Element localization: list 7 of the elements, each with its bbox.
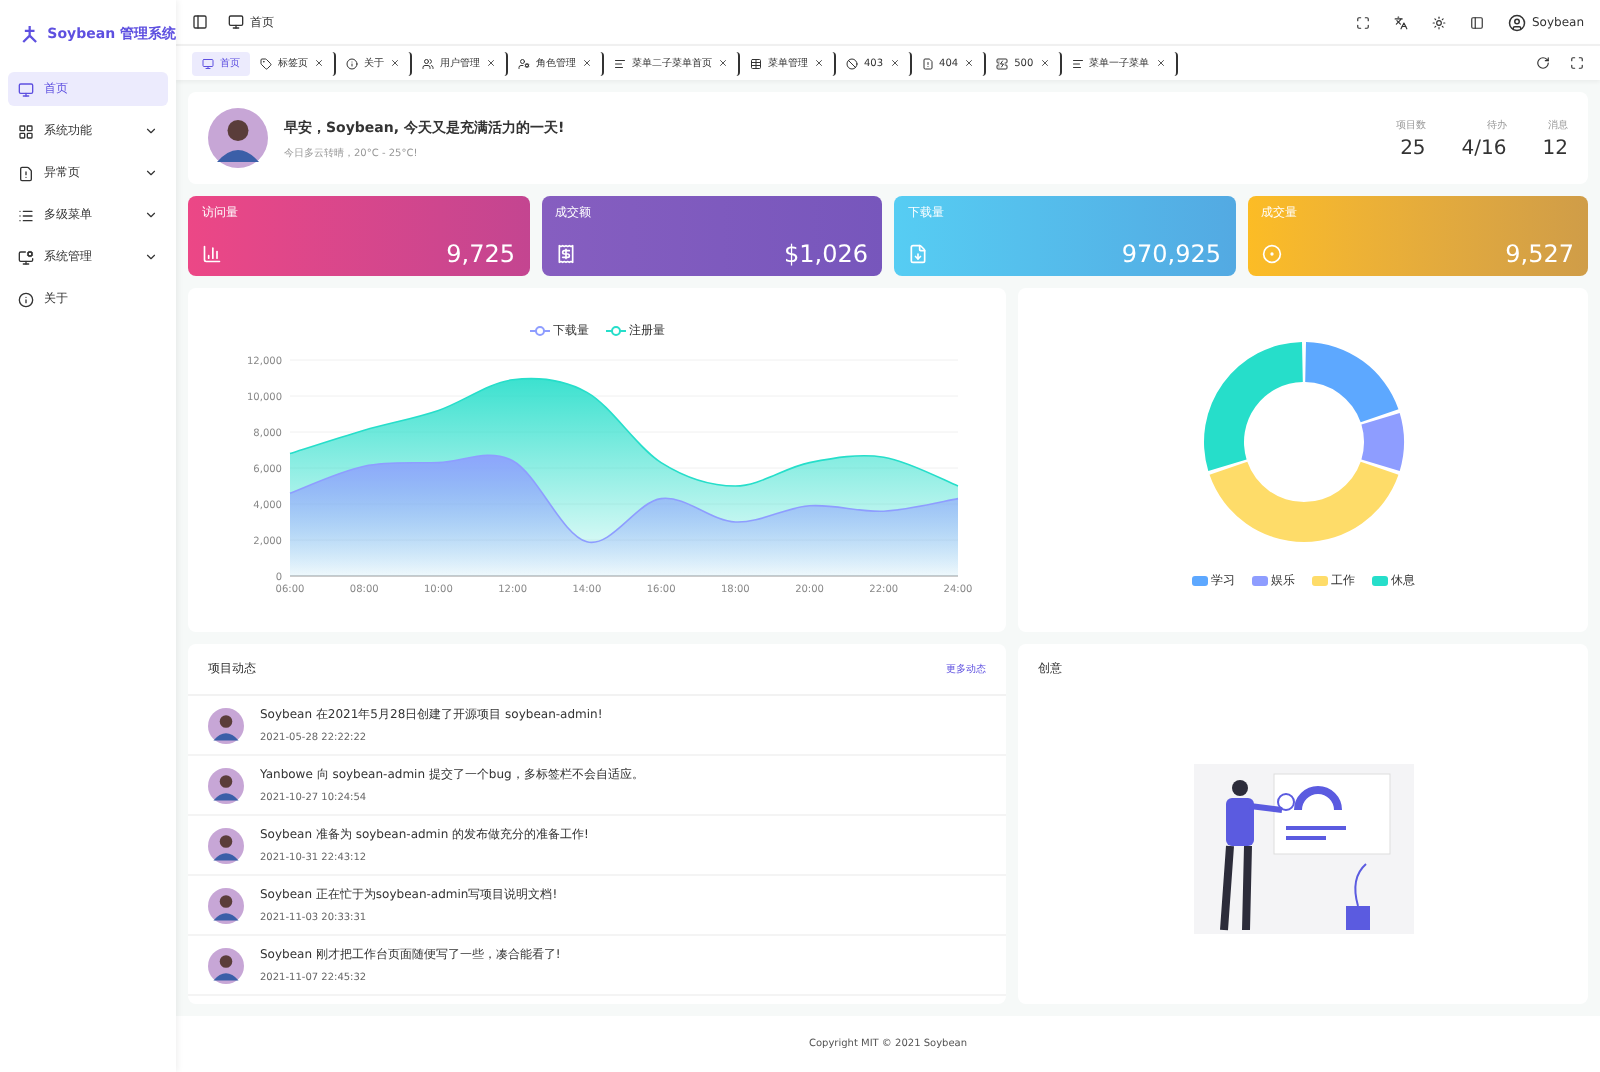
stat-value: 25 <box>1400 137 1426 160</box>
metric-value: $1,026 <box>784 240 868 269</box>
metric-value: 970,925 <box>1121 240 1221 269</box>
stat-value: 12 <box>1542 137 1568 160</box>
metric-value: 9,725 <box>446 240 515 269</box>
metric-value: 9,527 <box>1505 240 1574 269</box>
stat-value: 4/16 <box>1461 137 1507 160</box>
